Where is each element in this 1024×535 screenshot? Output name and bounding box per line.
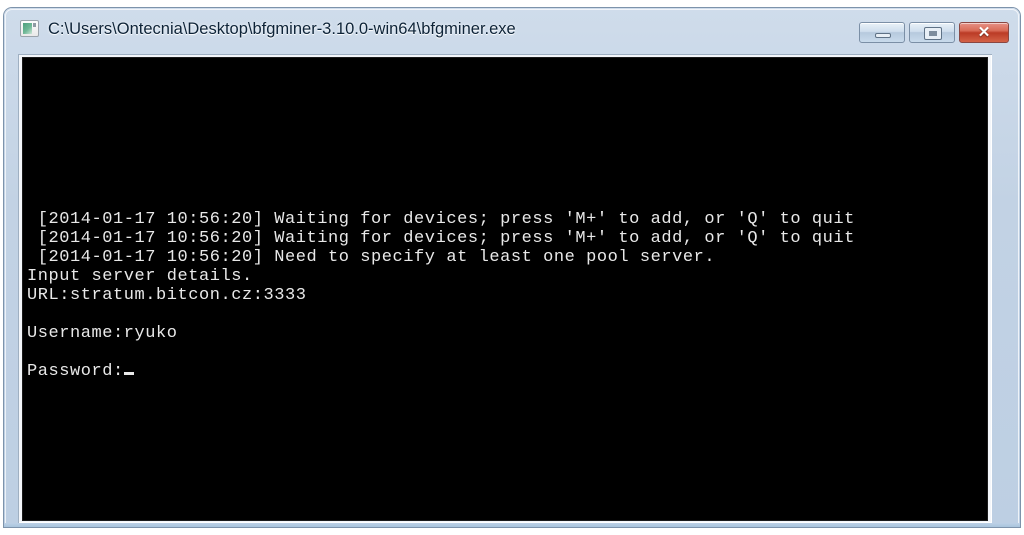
console-client-area: [2014-01-17 10:56:20] Waiting for device… xyxy=(18,54,992,523)
console-line: URL:stratum.bitcon.cz:3333 xyxy=(27,286,307,305)
console-line: [2014-01-17 10:56:20] Waiting for device… xyxy=(27,229,855,248)
console-app-icon-screen xyxy=(23,23,32,34)
maximize-button[interactable] xyxy=(909,22,955,43)
console-line: Username:ryuko xyxy=(27,324,178,343)
window-frame-bottom xyxy=(4,523,1020,527)
window-titlebar[interactable]: C:\Users\Ontecnia\Desktop\bfgminer-3.10.… xyxy=(4,8,1020,50)
console-window: C:\Users\Ontecnia\Desktop\bfgminer-3.10.… xyxy=(4,8,1020,527)
console-screen[interactable]: [2014-01-17 10:56:20] Waiting for device… xyxy=(22,57,988,521)
close-button[interactable]: ✕ xyxy=(959,22,1009,43)
minimize-icon xyxy=(875,33,891,38)
minimize-button[interactable] xyxy=(859,22,905,43)
console-line: Input server details. xyxy=(27,267,253,286)
close-icon: ✕ xyxy=(977,24,991,41)
window-title: C:\Users\Ontecnia\Desktop\bfgminer-3.10.… xyxy=(48,20,516,38)
desktop-background: C:\Users\Ontecnia\Desktop\bfgminer-3.10.… xyxy=(0,0,1024,535)
text-cursor xyxy=(123,372,134,375)
console-line: [2014-01-17 10:56:20] Waiting for device… xyxy=(27,210,855,229)
console-text-buffer: [2014-01-17 10:56:20] Waiting for device… xyxy=(27,58,985,381)
console-app-icon[interactable] xyxy=(20,20,39,37)
console-line: [2014-01-17 10:56:20] Need to specify at… xyxy=(27,248,716,267)
console-line: Password: xyxy=(27,362,985,381)
maximize-icon xyxy=(924,27,942,40)
console-app-icon-tab xyxy=(33,23,36,27)
